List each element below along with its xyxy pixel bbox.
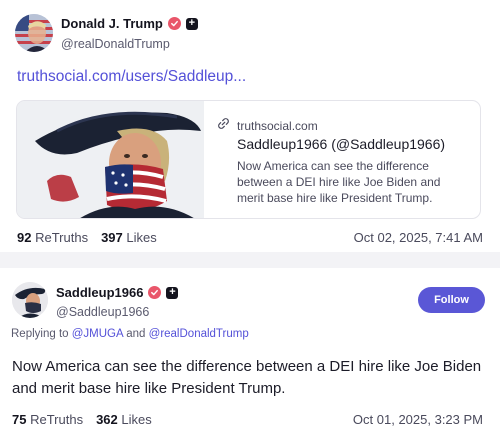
avatar-tricorn-patriot-icon bbox=[12, 282, 48, 318]
likes-count: 362 bbox=[96, 412, 118, 427]
replying-to-prefix: Replying to bbox=[11, 328, 69, 340]
truth-post-trump: Donald J. Trump + @realDonaldTrump truth… bbox=[0, 0, 500, 252]
post-stats: 75 ReTruths 362 Likes bbox=[12, 412, 152, 427]
link-preview-domain: truthsocial.com bbox=[237, 119, 318, 133]
link-preview-body: truthsocial.com Saddleup1966 (@Saddleup1… bbox=[217, 101, 472, 218]
plus-badge-icon: + bbox=[185, 17, 198, 30]
retruths-stat[interactable]: 75 ReTruths bbox=[12, 412, 83, 427]
verified-check-icon bbox=[148, 286, 162, 299]
retruths-count: 92 bbox=[17, 230, 32, 245]
plus-badge-icon: + bbox=[166, 286, 179, 299]
link-preview-domain-row: truthsocial.com bbox=[217, 117, 318, 135]
likes-count: 397 bbox=[101, 230, 123, 245]
link-icon bbox=[217, 117, 230, 135]
mention-link[interactable]: @realDonaldTrump bbox=[149, 328, 249, 340]
author-display-name[interactable]: Donald J. Trump bbox=[61, 16, 163, 31]
replying-to: Replying to @JMUGA and @realDonaldTrump bbox=[11, 328, 249, 340]
post-stats: 92 ReTruths 397 Likes bbox=[17, 230, 157, 245]
author-name-row: Donald J. Trump + bbox=[61, 16, 198, 31]
author-handle[interactable]: @realDonaldTrump bbox=[61, 37, 170, 51]
author-name-row: Saddleup1966 + bbox=[56, 285, 179, 300]
avatar-flag-portrait-icon bbox=[15, 14, 53, 52]
likes-label: Likes bbox=[126, 230, 157, 245]
likes-stat[interactable]: 397 Likes bbox=[101, 230, 157, 245]
retruths-count: 75 bbox=[12, 412, 27, 427]
retruths-label: ReTruths bbox=[30, 412, 84, 427]
link-preview-description: Now America can see the difference betwe… bbox=[237, 159, 441, 205]
follow-button[interactable]: Follow bbox=[418, 287, 485, 313]
link-preview-image bbox=[17, 101, 204, 218]
mention-link[interactable]: @JMUGA bbox=[72, 328, 123, 340]
avatar[interactable] bbox=[12, 282, 48, 318]
post-timestamp[interactable]: Oct 01, 2025, 3:23 PM bbox=[353, 412, 483, 427]
avatar[interactable] bbox=[15, 14, 53, 52]
likes-stat[interactable]: 362 Likes bbox=[96, 412, 152, 427]
post-separator bbox=[0, 252, 500, 268]
post-timestamp[interactable]: Oct 02, 2025, 7:41 AM bbox=[354, 230, 483, 245]
retruths-label: ReTruths bbox=[35, 230, 89, 245]
truth-post-saddleup: Saddleup1966 + @Saddleup1966 Follow Repl… bbox=[0, 268, 500, 439]
retruths-stat[interactable]: 92 ReTruths bbox=[17, 230, 88, 245]
author-display-name[interactable]: Saddleup1966 bbox=[56, 285, 143, 300]
post-link[interactable]: truthsocial.com/users/Saddleup... bbox=[17, 68, 246, 86]
author-handle[interactable]: @Saddleup1966 bbox=[56, 305, 149, 319]
link-preview-card[interactable]: truthsocial.com Saddleup1966 (@Saddleup1… bbox=[16, 100, 481, 219]
likes-label: Likes bbox=[121, 412, 152, 427]
replying-to-and: and bbox=[126, 328, 146, 340]
link-preview-title: Saddleup1966 (@Saddleup1966) bbox=[237, 136, 446, 152]
post-text: Now America can see the difference betwe… bbox=[12, 358, 482, 397]
verified-check-icon bbox=[167, 17, 181, 30]
